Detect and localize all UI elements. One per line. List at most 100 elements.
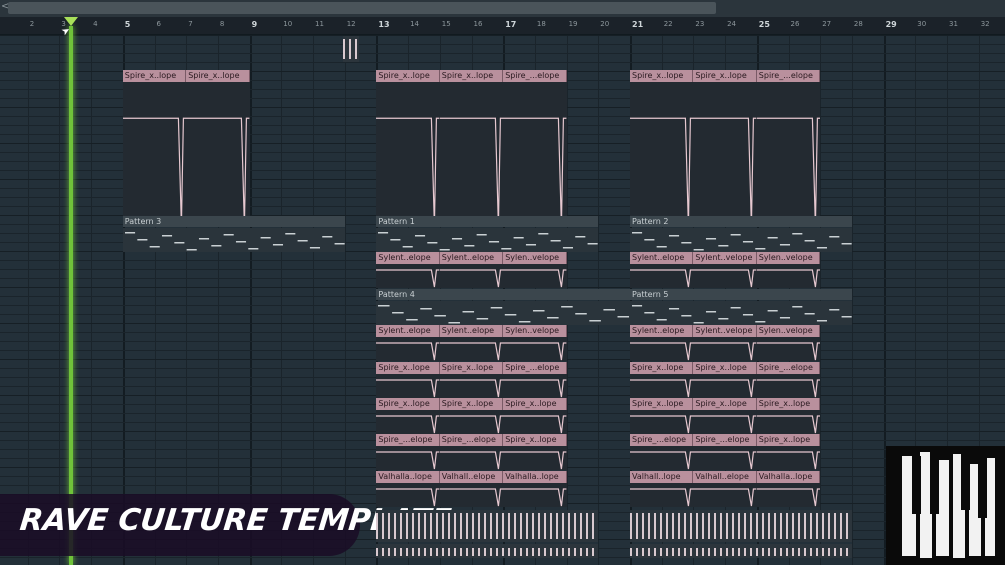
pattern-clip[interactable]: Pattern 2	[630, 216, 852, 227]
automation-clip[interactable]: Spire_x..lope	[376, 70, 440, 82]
automation-clip[interactable]: Sylent..elope	[439, 325, 504, 337]
automation-curve	[630, 483, 694, 507]
pattern-notes	[630, 301, 852, 325]
playhead[interactable]	[69, 26, 73, 565]
pattern-clip[interactable]: Pattern 5	[630, 289, 852, 300]
automation-clip[interactable]: Sylent..velope	[693, 325, 757, 337]
automation-clip[interactable]: Spire_...elope	[630, 434, 694, 446]
automation-clip[interactable]: Spire_x..lope	[693, 398, 757, 410]
audio-clip[interactable]	[376, 510, 599, 542]
automation-curve	[503, 483, 567, 507]
ruler-bar-number: 6	[156, 20, 161, 28]
ruler-bar-number: 30	[917, 20, 927, 28]
automation-curve	[630, 82, 694, 227]
automation-clip[interactable]: Spire_x..lope	[439, 362, 504, 374]
automation-clip[interactable]: Valhalla..lope	[376, 471, 440, 483]
automation-clip[interactable]: Spire_x..lope	[756, 398, 821, 410]
automation-curve	[756, 410, 821, 434]
audio-clip[interactable]	[630, 510, 852, 542]
ruler-bar-number: 17	[505, 20, 517, 29]
pattern-notes	[376, 228, 599, 252]
automation-curve	[693, 410, 757, 434]
automation-clip[interactable]: Valhalla..lope	[756, 471, 821, 483]
ruler-bar-number: 4	[93, 20, 98, 28]
automation-clip[interactable]: Spire_x..lope	[630, 362, 694, 374]
automation-clip[interactable]: Spire_x..lope	[693, 362, 757, 374]
audio-clip[interactable]	[342, 36, 359, 62]
automation-curve	[693, 374, 757, 398]
automation-curve	[186, 82, 250, 227]
automation-clip[interactable]: Spire_x..lope	[630, 70, 694, 82]
automation-clip[interactable]: Spire_x..lope	[693, 70, 757, 82]
ruler-bar-number: 3	[61, 20, 66, 28]
automation-clip[interactable]: Sylen..velope	[503, 252, 567, 264]
automation-clip[interactable]: Sylent..elope	[630, 252, 694, 264]
ruler-bar-number: 20	[600, 20, 610, 28]
ruler-bar-number: 16	[473, 20, 483, 28]
automation-clip[interactable]: Spire_x..lope	[756, 434, 821, 446]
automation-curve	[439, 446, 504, 470]
automation-clip[interactable]: Spire_x..lope	[376, 398, 440, 410]
pattern-clip[interactable]: Pattern 4	[376, 289, 630, 300]
ruler-bar-number: 24	[727, 20, 737, 28]
automation-clip[interactable]: Valhalla..lope	[503, 471, 567, 483]
automation-curve	[693, 264, 757, 288]
automation-clip[interactable]: Spire_x..lope	[630, 398, 694, 410]
ruler-bar-number: 7	[188, 20, 193, 28]
automation-clip[interactable]: Sylent..elope	[376, 325, 440, 337]
automation-curve	[630, 374, 694, 398]
ruler-bar-number: 23	[695, 20, 705, 28]
automation-curve	[376, 337, 440, 361]
automation-clip[interactable]: Spire_x..lope	[503, 398, 567, 410]
automation-curve	[756, 446, 821, 470]
automation-clip[interactable]: Spire_...elope	[756, 362, 821, 374]
automation-curve	[756, 483, 821, 507]
automation-clip[interactable]: Valhall..elope	[439, 471, 504, 483]
automation-clip[interactable]: Spire_...elope	[503, 70, 567, 82]
automation-clip[interactable]: Sylen..velope	[503, 325, 567, 337]
automation-curve	[439, 410, 504, 434]
automation-clip[interactable]: Spire_x..lope	[122, 70, 187, 82]
automation-curve	[693, 446, 757, 470]
playlist-window: < ➤ RAVE CULTURE TEMPLATE 2 3 4 5 6 7 8 9 10 11 12…	[0, 0, 1005, 565]
automation-clip[interactable]: Spire_...elope	[376, 434, 440, 446]
ruler-bar-number: 26	[790, 20, 800, 28]
automation-curve	[376, 446, 440, 470]
automation-clip[interactable]: Valhall..elope	[693, 471, 757, 483]
automation-curve	[376, 82, 440, 227]
automation-clip[interactable]: Spire_...elope	[756, 70, 821, 82]
automation-curve	[630, 410, 694, 434]
automation-curve	[376, 410, 440, 434]
ruler-bar-number: 27	[822, 20, 832, 28]
audio-clip[interactable]	[630, 544, 852, 558]
pattern-clip[interactable]: Pattern 1	[376, 216, 599, 227]
automation-clip[interactable]: Sylent..elope	[376, 252, 440, 264]
automation-clip[interactable]: Spire_x..lope	[186, 70, 250, 82]
automation-clip[interactable]: Sylent..elope	[630, 325, 694, 337]
automation-curve	[503, 374, 567, 398]
automation-curve	[122, 82, 187, 227]
automation-clip[interactable]: Sylen..velope	[756, 252, 821, 264]
pattern-clip[interactable]: Pattern 3	[122, 216, 345, 227]
ruler-bar-number: 11	[315, 20, 324, 28]
ruler-bar-number: 31	[949, 20, 958, 28]
automation-clip[interactable]: Sylent..elope	[439, 252, 504, 264]
automation-clip[interactable]: Spire_x..lope	[439, 398, 504, 410]
ruler-bar-number: 32	[980, 20, 990, 28]
automation-clip[interactable]: Spire_...elope	[439, 434, 504, 446]
ruler-bar-number: 9	[251, 20, 258, 29]
audio-clip[interactable]	[376, 544, 599, 558]
automation-clip[interactable]: Valhall..lope	[630, 471, 694, 483]
automation-clip[interactable]: Spire_x..lope	[376, 362, 440, 374]
automation-clip[interactable]: Sylent..velope	[693, 252, 757, 264]
automation-clip[interactable]: Sylen..velope	[756, 325, 821, 337]
automation-clip[interactable]: Spire_...elope	[693, 434, 757, 446]
ruler-bar-number: 13	[378, 20, 390, 29]
pattern-notes	[630, 228, 852, 252]
ruler-bar-number: 12	[346, 20, 356, 28]
automation-clip[interactable]: Spire_x..lope	[439, 70, 504, 82]
automation-curve	[503, 264, 567, 288]
automation-clip[interactable]: Spire_...elope	[503, 362, 567, 374]
automation-clip[interactable]: Spire_x..lope	[503, 434, 567, 446]
horizontal-scrollbar[interactable]	[8, 2, 716, 14]
